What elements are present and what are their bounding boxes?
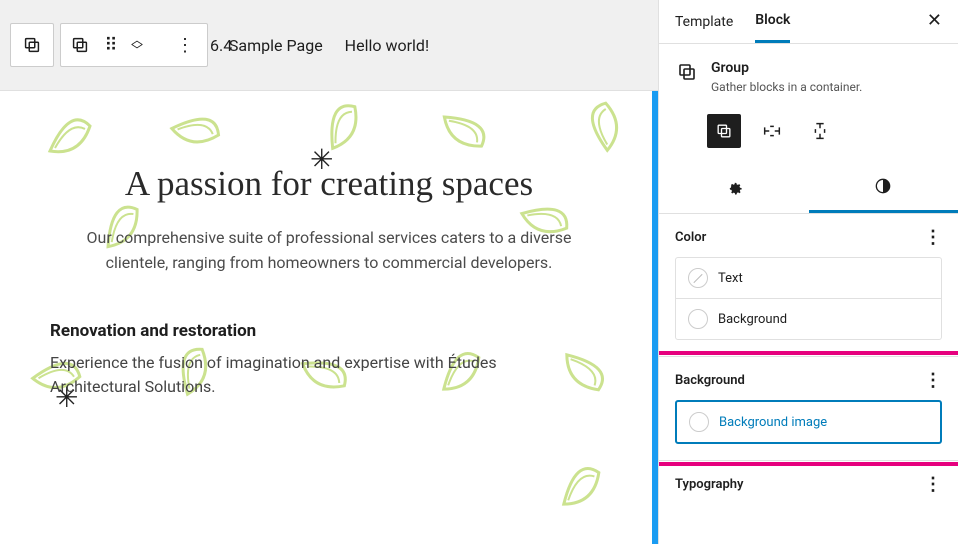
background-image-label: Background image (719, 415, 827, 430)
block-toolbar-cluster: ⠿ ︿ ﹀ ⋮ (60, 23, 208, 67)
close-icon: ✕ (927, 10, 942, 31)
background-panel-title: Background (675, 373, 745, 388)
feature-body[interactable]: Experience the fusion of imagination and… (50, 351, 570, 401)
feature-section: Renovation and restoration Experience th… (0, 276, 658, 401)
more-vertical-icon: ⋮ (924, 474, 942, 495)
color-text-row[interactable]: Text (676, 258, 941, 298)
block-card: Group Gather blocks in a container. (659, 44, 958, 110)
gear-icon (724, 178, 744, 198)
variation-group[interactable] (707, 114, 741, 148)
block-name: Group (711, 60, 862, 76)
move-up-down[interactable]: ︿ ﹀ (131, 35, 143, 55)
background-panel: Background ⋮ Background image (659, 357, 958, 461)
parent-block-button[interactable] (10, 23, 54, 67)
tab-block[interactable]: Block (755, 12, 790, 43)
nav-link-sample-page[interactable]: Sample Page (229, 36, 323, 55)
feature-heading[interactable]: Renovation and restoration (50, 321, 608, 341)
drag-handle-icon[interactable]: ⠿ (99, 35, 123, 56)
chevron-down-icon[interactable]: ﹀ (131, 45, 143, 55)
more-vertical-icon: ⋮ (924, 370, 942, 391)
hero-heading[interactable]: A passion for creating spaces (0, 164, 658, 204)
background-panel-menu[interactable]: ⋮ (924, 376, 942, 386)
close-sidebar-button[interactable]: ✕ (927, 10, 942, 31)
styles-icon (873, 176, 893, 196)
typography-panel: Typography ⋮ (659, 461, 958, 508)
color-background-label: Background (718, 312, 787, 327)
color-panel-title: Color (675, 230, 706, 245)
page-nav: Sample Page Hello world! (229, 36, 429, 55)
color-panel: Color ⋮ Text Background (659, 214, 958, 357)
inspector-tabs (659, 162, 958, 214)
color-text-label: Text (718, 271, 743, 286)
variation-row[interactable] (755, 114, 789, 148)
variation-stack[interactable] (803, 114, 837, 148)
color-list: Text Background (675, 257, 942, 340)
background-image-button[interactable]: Background image (675, 400, 942, 444)
swatch-none-icon (688, 268, 708, 288)
swatch-empty-icon (688, 309, 708, 329)
tab-template[interactable]: Template (675, 14, 733, 42)
page-content: ✳ ✳ A passion for creating spaces Our co… (0, 90, 658, 544)
color-panel-menu[interactable]: ⋮ (924, 233, 942, 243)
hero-subtext[interactable]: Our comprehensive suite of professional … (84, 226, 574, 276)
layout-variation-row (659, 110, 958, 162)
group-block-icon (675, 60, 699, 94)
group-block-icon[interactable] (69, 34, 91, 56)
color-background-row[interactable]: Background (676, 298, 941, 339)
hero-section: A passion for creating spaces Our compre… (0, 91, 658, 276)
block-description: Gather blocks in a container. (711, 80, 862, 94)
typography-panel-menu[interactable]: ⋮ (924, 480, 942, 490)
typography-panel-title: Typography (675, 477, 744, 492)
swatch-empty-icon (689, 412, 709, 432)
tab-styles-icon[interactable] (809, 162, 958, 213)
sidebar-tabs: Template Block ✕ (659, 0, 958, 44)
more-vertical-icon: ⋮ (924, 227, 942, 248)
more-options-icon[interactable]: ⋮ (171, 35, 199, 56)
nav-link-hello-world[interactable]: Hello world! (345, 36, 429, 55)
settings-sidebar: Template Block ✕ Group Gather blocks in … (658, 0, 958, 544)
tab-settings-icon[interactable] (659, 162, 809, 213)
editor-canvas-area: ⠿ ︿ ﹀ ⋮ 6.4 Sample Page Hello world! (0, 0, 658, 544)
block-toolbar: ⠿ ︿ ﹀ ⋮ 6.4 Sample Page Hello world! (0, 0, 658, 90)
